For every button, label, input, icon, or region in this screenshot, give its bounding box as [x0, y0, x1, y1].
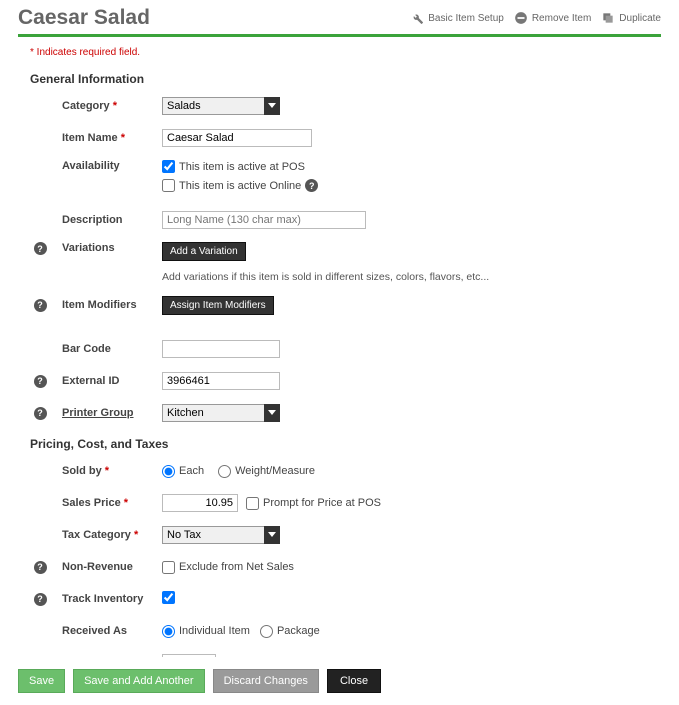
variation-hint: Add variations if this item is sold in d…: [162, 271, 661, 283]
row-item-modifiers: ? Item Modifiers Assign Item Modifiers: [18, 295, 661, 315]
label-track-inventory: Track Inventory: [62, 593, 162, 605]
save-add-another-button[interactable]: Save and Add Another: [73, 669, 204, 693]
row-printer-group: ? Printer Group Kitchen: [18, 403, 661, 423]
label-availability: Availability: [62, 160, 162, 172]
content-scroll[interactable]: * Indicates required field. General Info…: [0, 37, 679, 657]
assign-item-modifiers-button[interactable]: Assign Item Modifiers: [162, 296, 274, 315]
discard-changes-button[interactable]: Discard Changes: [213, 669, 319, 693]
section-pricing: Pricing, Cost, and Taxes: [30, 437, 661, 451]
sales-price-input[interactable]: [162, 494, 238, 512]
row-non-revenue: ? Non-Revenue Exclude from Net Sales: [18, 557, 661, 577]
row-description: Description: [18, 210, 661, 230]
header: Caesar Salad Basic Item Setup Remove Ite…: [0, 0, 679, 34]
duplicate-link[interactable]: Duplicate: [601, 11, 661, 25]
row-external-id: ? External ID: [18, 371, 661, 391]
label-item-name: Item Name *: [62, 132, 162, 144]
row-item-name: Item Name *: [18, 128, 661, 148]
label-received-as: Received As: [62, 625, 162, 637]
label-non-revenue: Non-Revenue: [62, 561, 162, 573]
label-printer-group[interactable]: Printer Group: [62, 407, 162, 419]
label-sold-by: Sold by *: [62, 465, 162, 477]
prompt-price-checkbox[interactable]: [246, 497, 259, 510]
help-icon[interactable]: ?: [34, 593, 47, 606]
description-input[interactable]: [162, 211, 366, 229]
active-online-checkbox[interactable]: [162, 179, 175, 192]
row-variations: ? Variations Add a Variation Add variati…: [18, 242, 661, 283]
external-id-input[interactable]: [162, 372, 280, 390]
item-name-input[interactable]: [162, 129, 312, 147]
label-tax-category: Tax Category *: [62, 529, 162, 541]
section-general: General Information: [30, 72, 661, 86]
basic-item-setup-label: Basic Item Setup: [428, 13, 504, 24]
bar-code-input[interactable]: [162, 340, 280, 358]
received-package-radio[interactable]: [260, 625, 273, 638]
help-icon[interactable]: ?: [34, 375, 47, 388]
close-button[interactable]: Close: [327, 669, 381, 693]
sold-by-weight-radio[interactable]: [218, 465, 231, 478]
row-sales-price: Sales Price * Prompt for Price at POS: [18, 493, 661, 513]
row-track-inventory: ? Track Inventory: [18, 589, 661, 609]
help-icon[interactable]: ?: [34, 407, 47, 420]
required-note: * Indicates required field.: [30, 47, 661, 58]
tax-category-select[interactable]: No Tax: [162, 526, 280, 544]
row-received-as: Received As Individual Item Package: [18, 621, 661, 641]
label-external-id: External ID: [62, 375, 162, 387]
row-category: Category * Salads: [18, 96, 661, 116]
category-select[interactable]: Salads: [162, 97, 280, 115]
sold-by-weight-label: Weight/Measure: [235, 465, 315, 477]
row-sold-by: Sold by * Each Weight/Measure: [18, 461, 661, 481]
active-pos-checkbox[interactable]: [162, 160, 175, 173]
label-sales-price: Sales Price *: [62, 497, 162, 509]
remove-item-label: Remove Item: [532, 13, 591, 24]
row-unit-cost: Unit Cost: [18, 653, 661, 657]
row-bar-code: Bar Code: [18, 339, 661, 359]
basic-item-setup-link[interactable]: Basic Item Setup: [410, 11, 504, 25]
help-icon[interactable]: ?: [34, 299, 47, 312]
footer: Save Save and Add Another Discard Change…: [0, 657, 679, 705]
label-variations: Variations: [62, 242, 162, 254]
help-icon[interactable]: ?: [34, 561, 47, 574]
help-icon[interactable]: ?: [34, 242, 47, 255]
received-individual-radio[interactable]: [162, 625, 175, 638]
label-item-modifiers: Item Modifiers: [62, 299, 162, 311]
unit-cost-input[interactable]: [162, 654, 216, 657]
track-inventory-checkbox[interactable]: [162, 591, 175, 604]
exclude-net-label: Exclude from Net Sales: [179, 561, 294, 573]
wrench-icon: [410, 11, 424, 25]
row-availability: Availability This item is active at POS …: [18, 160, 661, 198]
label-category: Category *: [62, 100, 162, 112]
duplicate-icon: [601, 11, 615, 25]
sold-by-each-label: Each: [179, 465, 204, 477]
label-bar-code: Bar Code: [62, 343, 162, 355]
printer-group-select[interactable]: Kitchen: [162, 404, 280, 422]
received-package-label: Package: [277, 625, 320, 637]
sold-by-each-radio[interactable]: [162, 465, 175, 478]
help-icon[interactable]: ?: [305, 179, 318, 192]
save-button[interactable]: Save: [18, 669, 65, 693]
minus-circle-icon: [514, 11, 528, 25]
active-pos-label: This item is active at POS: [179, 161, 305, 173]
header-actions: Basic Item Setup Remove Item Duplicate: [410, 11, 661, 25]
duplicate-label: Duplicate: [619, 13, 661, 24]
prompt-price-label: Prompt for Price at POS: [263, 497, 381, 509]
label-description: Description: [62, 214, 162, 226]
row-tax-category: Tax Category * No Tax: [18, 525, 661, 545]
active-online-label: This item is active Online: [179, 180, 301, 192]
add-variation-button[interactable]: Add a Variation: [162, 242, 246, 261]
received-individual-label: Individual Item: [179, 625, 250, 637]
remove-item-link[interactable]: Remove Item: [514, 11, 591, 25]
page-title: Caesar Salad: [18, 6, 150, 30]
exclude-net-checkbox[interactable]: [162, 561, 175, 574]
